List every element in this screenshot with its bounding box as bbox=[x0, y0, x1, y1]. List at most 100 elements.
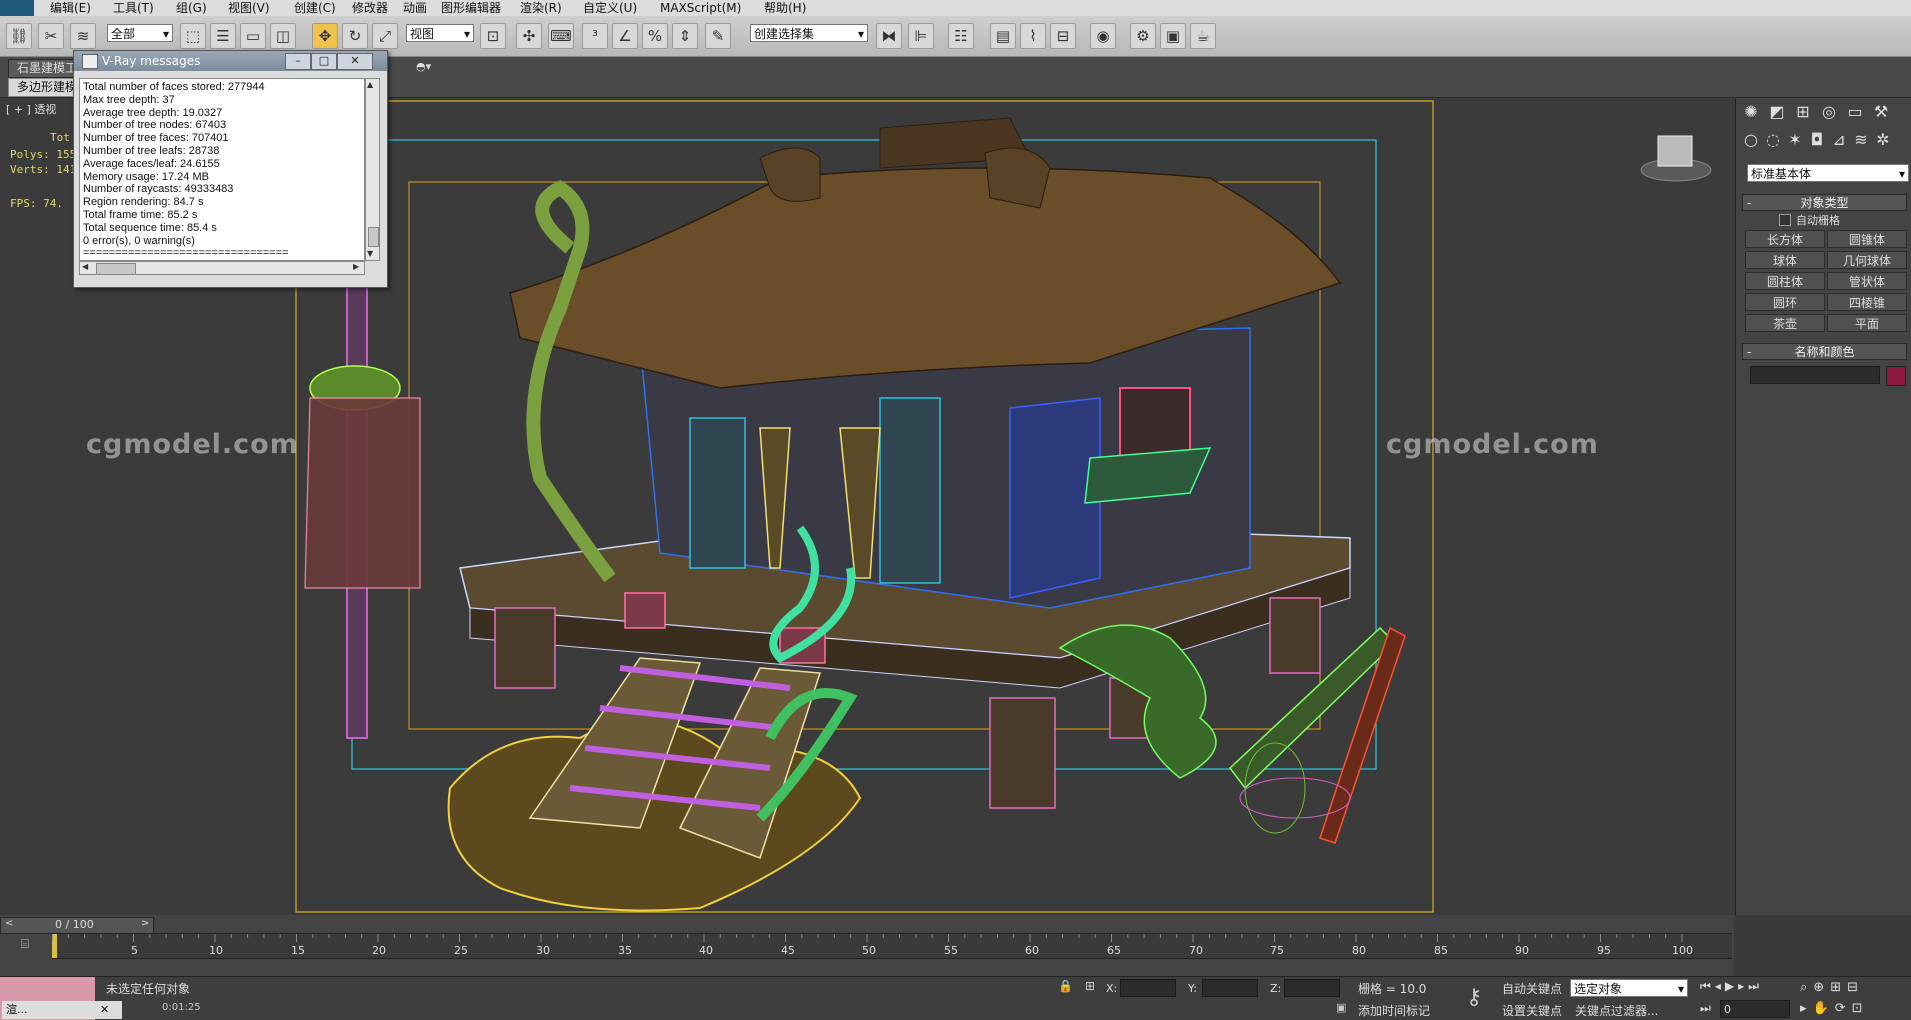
maximize-icon[interactable]: □ bbox=[311, 53, 337, 70]
snaps-toggle-icon[interactable]: ³ bbox=[582, 23, 608, 49]
menu-animation[interactable]: 动画 bbox=[403, 0, 427, 16]
pan-icon[interactable]: ✋ bbox=[1813, 1001, 1835, 1016]
motion-tab-icon[interactable]: ◎ bbox=[1818, 101, 1840, 123]
select-and-move-icon[interactable]: ✥ bbox=[312, 23, 338, 49]
render-setup-icon[interactable]: ⚙ bbox=[1130, 23, 1156, 49]
sphere-button[interactable]: 球体 bbox=[1745, 251, 1825, 269]
go-to-start-icon[interactable]: ⏮ bbox=[1700, 979, 1715, 993]
use-pivot-center-icon[interactable]: ⊡ bbox=[480, 23, 506, 49]
hscroll-thumb[interactable] bbox=[96, 263, 136, 275]
name-color-rollout[interactable]: - 名称和颜色 bbox=[1742, 343, 1907, 360]
shapes-icon[interactable]: ◌ bbox=[1762, 129, 1784, 151]
track-bar[interactable]: 5 10 15 20 25 30 35 40 45 50 55 60 65 70… bbox=[52, 933, 1732, 959]
menu-graph-editors[interactable]: 图形编辑器 bbox=[441, 0, 501, 16]
align-icon[interactable]: ⊫ bbox=[908, 23, 934, 49]
torus-button[interactable]: 圆环 bbox=[1745, 293, 1825, 311]
go-to-end-icon[interactable]: ⏭ bbox=[1748, 979, 1763, 993]
box-button[interactable]: 长方体 bbox=[1745, 230, 1825, 248]
previous-frame-icon[interactable]: ◂ bbox=[1715, 979, 1725, 993]
cylinder-button[interactable]: 圆柱体 bbox=[1745, 272, 1825, 290]
scroll-right-icon[interactable]: ▶ bbox=[353, 262, 359, 271]
create-tab-icon[interactable]: ✺ bbox=[1740, 101, 1762, 123]
teapot-button[interactable]: 茶壶 bbox=[1745, 314, 1825, 332]
auto-key-button[interactable]: 自动关键点 bbox=[1502, 980, 1562, 997]
material-editor-icon[interactable]: ◉ bbox=[1090, 23, 1116, 49]
lights-icon[interactable]: ✶ bbox=[1784, 129, 1806, 151]
cone-button[interactable]: 圆锥体 bbox=[1827, 230, 1907, 248]
vray-messages-window[interactable]: V-Ray messages – □ ✕ Total number of fac… bbox=[73, 50, 388, 288]
menu-group[interactable]: 组(G) bbox=[176, 0, 207, 16]
selected-object-dropdown[interactable]: 选定对象 bbox=[1570, 979, 1688, 998]
edit-named-selection-icon[interactable]: ✎ bbox=[705, 23, 731, 49]
current-frame-input[interactable]: 0 bbox=[1720, 1000, 1790, 1018]
named-selection-dropdown[interactable]: 创建选择集 bbox=[750, 24, 868, 43]
autogrid-checkbox[interactable] bbox=[1779, 214, 1791, 226]
absolute-mode-icon[interactable]: ⊞ bbox=[1085, 979, 1095, 993]
minimize-icon[interactable]: – bbox=[285, 53, 311, 70]
menu-tools[interactable]: 工具(T) bbox=[113, 0, 154, 16]
app-logo-icon[interactable] bbox=[0, 0, 34, 16]
scroll-left-icon[interactable]: ◀ bbox=[82, 262, 88, 271]
layer-manager-icon[interactable]: ☷ bbox=[948, 23, 974, 49]
taskbar-item[interactable]: 渲... ✕ bbox=[2, 1001, 122, 1019]
modify-tab-icon[interactable]: ◩ bbox=[1766, 101, 1788, 123]
fov-icon[interactable]: ▸ bbox=[1800, 1001, 1813, 1016]
key-mode-icon[interactable]: ⏭ bbox=[1700, 1001, 1711, 1016]
object-name-input[interactable] bbox=[1750, 366, 1880, 384]
zoom-all-icon[interactable]: ⊕ bbox=[1813, 980, 1830, 995]
x-coordinate-input[interactable] bbox=[1120, 979, 1176, 997]
scroll-down-icon[interactable]: ▼ bbox=[367, 249, 373, 258]
y-coordinate-input[interactable] bbox=[1202, 979, 1258, 997]
systems-icon[interactable]: ✲ bbox=[1872, 129, 1894, 151]
next-frame-icon[interactable]: ▸ bbox=[1738, 979, 1748, 993]
menu-create[interactable]: 创建(C) bbox=[294, 0, 336, 16]
zoom-extents-all-icon[interactable]: ⊟ bbox=[1847, 980, 1864, 995]
ribbon-options-icon[interactable]: ◓▾ bbox=[416, 60, 431, 73]
pyramid-button[interactable]: 四棱锥 bbox=[1827, 293, 1907, 311]
utilities-tab-icon[interactable]: ⚒ bbox=[1870, 101, 1892, 123]
select-by-name-icon[interactable]: ☰ bbox=[210, 23, 236, 49]
reference-coord-dropdown[interactable]: 视图 bbox=[406, 24, 474, 43]
vray-title-bar[interactable]: V-Ray messages – □ ✕ bbox=[74, 51, 387, 71]
vray-horizontal-scrollbar[interactable]: ◀ ▶ bbox=[79, 261, 365, 275]
select-and-scale-icon[interactable]: ⤢ bbox=[372, 23, 398, 49]
orbit-icon[interactable]: ⟳ bbox=[1835, 1001, 1852, 1016]
slider-right-icon[interactable]: > bbox=[141, 918, 149, 929]
rollout-toggle-icon[interactable]: - bbox=[1747, 195, 1751, 211]
scroll-up-icon[interactable]: ▲ bbox=[367, 80, 373, 89]
plane-button[interactable]: 平面 bbox=[1827, 314, 1907, 332]
rollout-toggle-icon[interactable]: - bbox=[1747, 344, 1751, 360]
menu-rendering[interactable]: 渲染(R) bbox=[520, 0, 562, 16]
mini-curve-editor-icon[interactable]: ⌸ bbox=[0, 937, 50, 957]
keyboard-shortcut-override-icon[interactable]: ⌨ bbox=[548, 23, 574, 49]
slider-left-icon[interactable]: < bbox=[5, 918, 13, 929]
set-key-button[interactable]: 设置关键点 bbox=[1502, 1002, 1562, 1019]
object-type-rollout[interactable]: - 对象类型 bbox=[1742, 194, 1907, 211]
tube-button[interactable]: 管状体 bbox=[1827, 272, 1907, 290]
play-icon[interactable]: ▶ bbox=[1725, 979, 1738, 993]
time-slider[interactable]: < 0 / 100 > bbox=[0, 917, 154, 934]
category-dropdown[interactable]: 标准基本体 bbox=[1747, 164, 1909, 183]
percent-snap-icon[interactable]: % bbox=[642, 23, 668, 49]
maximize-viewport-icon[interactable]: ⊡ bbox=[1852, 1001, 1869, 1016]
selection-filter-dropdown[interactable]: 全部 bbox=[107, 24, 173, 43]
menu-customize[interactable]: 自定义(U) bbox=[583, 0, 637, 16]
zoom-icon[interactable]: ⌕ bbox=[1800, 980, 1813, 995]
set-key-icon[interactable]: ⚷ bbox=[1466, 985, 1482, 1010]
bind-space-warp-icon[interactable]: ≋ bbox=[70, 23, 96, 49]
vray-log[interactable]: Total number of faces stored: 277944 Max… bbox=[79, 78, 365, 261]
zoom-extents-icon[interactable]: ⊞ bbox=[1830, 980, 1847, 995]
render-production-icon[interactable]: ☕ bbox=[1190, 23, 1216, 49]
helpers-icon[interactable]: ⊿ bbox=[1828, 129, 1850, 151]
key-filters-button[interactable]: 关键点过滤器... bbox=[1575, 1002, 1658, 1019]
geometry-icon[interactable]: ○ bbox=[1740, 129, 1762, 151]
menu-modifiers[interactable]: 修改器 bbox=[352, 0, 388, 16]
taskbar-close-icon[interactable]: ✕ bbox=[100, 1001, 109, 1019]
select-and-rotate-icon[interactable]: ↻ bbox=[342, 23, 368, 49]
rect-selection-region-icon[interactable]: ▭ bbox=[240, 23, 266, 49]
window-crossing-icon[interactable]: ◫ bbox=[270, 23, 296, 49]
add-time-tag[interactable]: 添加时间标记 bbox=[1358, 1002, 1430, 1019]
geosphere-button[interactable]: 几何球体 bbox=[1827, 251, 1907, 269]
display-tab-icon[interactable]: ▭ bbox=[1844, 101, 1866, 123]
scroll-thumb[interactable] bbox=[368, 227, 379, 247]
